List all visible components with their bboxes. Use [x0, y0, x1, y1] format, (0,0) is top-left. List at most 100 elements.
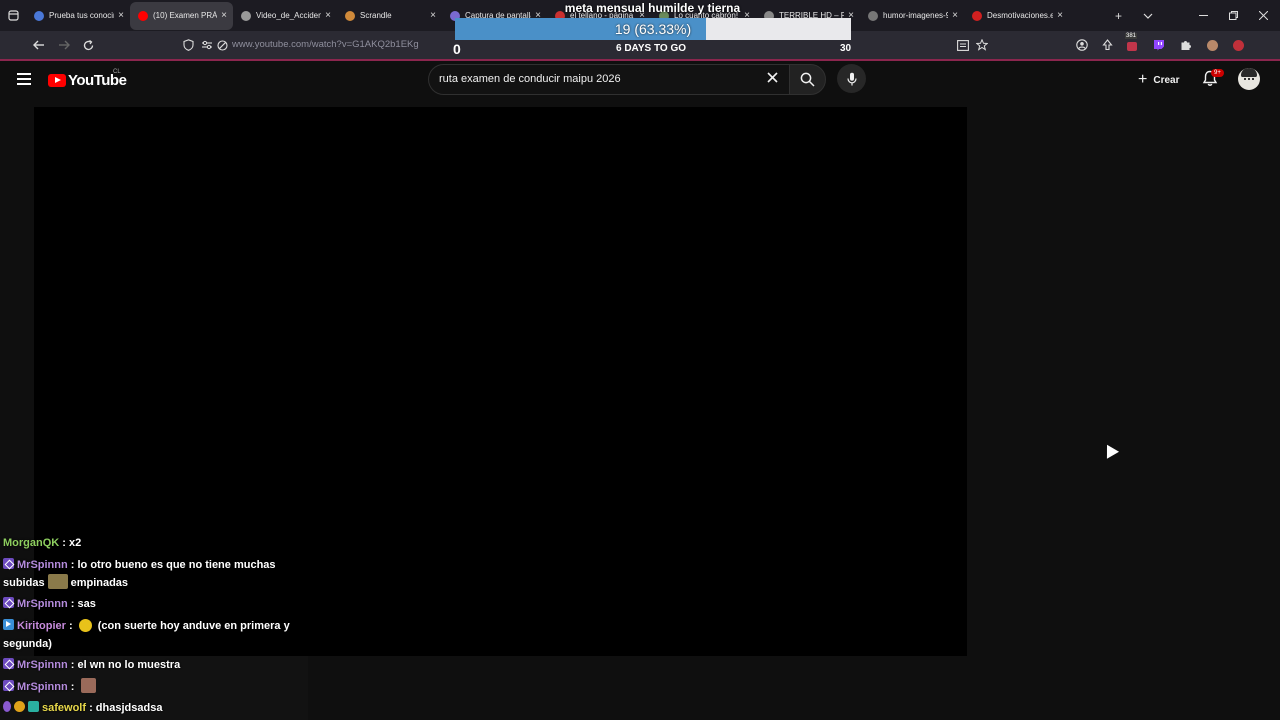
chat-message: safewolf : dhasjdsadsa: [3, 699, 303, 717]
prime-badge-icon: [3, 558, 14, 569]
tab-overview-icon[interactable]: [0, 0, 26, 31]
address-bar[interactable]: www.youtube.com/watch?v=G1AKQ2b1EKg: [232, 39, 419, 50]
chat-username: MrSpinnn: [17, 598, 68, 610]
close-tab-icon[interactable]: ×: [325, 10, 331, 21]
goal-max-label: 30: [840, 43, 852, 54]
browser-tab[interactable]: humor-imagenes-9 ×: [860, 2, 964, 30]
gold-badge-icon: [14, 701, 25, 712]
cookie-extension-icon[interactable]: [1204, 36, 1220, 54]
back-button[interactable]: [30, 36, 48, 54]
tab-favicon-icon: [868, 10, 878, 21]
emote-icon: [78, 619, 92, 632]
search-icon: [800, 72, 815, 87]
browser-tab[interactable]: (10) Examen PRÁCT×: [130, 1, 233, 30]
upload-icon[interactable]: [1099, 36, 1115, 54]
twitch-extension-icon[interactable]: [1151, 36, 1167, 54]
prime-badge-icon: [3, 658, 14, 669]
close-tab-icon[interactable]: ×: [221, 10, 227, 21]
prime-badge-icon: [3, 680, 14, 691]
youtube-play-icon: [48, 74, 66, 87]
goal-title: meta mensual humilde y tierna: [564, 1, 741, 15]
chat-username: Kiritopier: [17, 620, 66, 632]
close-tab-icon[interactable]: ×: [1057, 10, 1063, 21]
chat-text: dhasjdsadsa: [95, 702, 163, 714]
extension-badge: 381: [1125, 33, 1138, 39]
permissions-icon[interactable]: [200, 36, 214, 54]
goal-current-value: 19 (63.33%): [614, 21, 692, 37]
chat-username: MrSpinnn: [17, 559, 68, 571]
screen: Prueba tus conocim×(10) Examen PRÁCT×Vid…: [0, 0, 1280, 720]
chat-text: sas: [77, 598, 96, 610]
tab-list-chevron-icon[interactable]: [1143, 0, 1153, 31]
browser-tab[interactable]: Scrandle ×: [337, 2, 442, 30]
emote-icon: [47, 574, 68, 589]
search-query-text: ruta examen de conducir maipu 2026: [439, 73, 621, 85]
close-tab-icon[interactable]: ×: [430, 10, 436, 21]
clear-search-icon[interactable]: [767, 70, 778, 88]
gem-badge-icon: [3, 701, 11, 712]
mouse-cursor-icon: [1100, 441, 1120, 459]
chat-message: Kiritopier : (con suerte hoy anduve en p…: [3, 619, 290, 650]
youtube-header: YouTube CL ruta examen de conducir maipu…: [0, 61, 1280, 99]
puzzle-icon[interactable]: [1178, 36, 1194, 54]
tab-title: (10) Examen PRÁCT: [153, 11, 218, 20]
microphone-icon: [846, 72, 857, 85]
chat-message: MorganQK : x2: [3, 537, 82, 549]
chat-message: MrSpinnn : sas: [3, 595, 303, 613]
goal-days-left: 6 DAYS TO GO: [615, 43, 687, 54]
chat-username: safewolf: [42, 702, 87, 714]
create-button[interactable]: + Crear: [1138, 71, 1179, 89]
url-text: www.youtube.com/watch?v=G1AKQ2b1EKg: [232, 39, 419, 50]
new-tab-button[interactable]: +: [1115, 0, 1122, 31]
no-tracking-icon[interactable]: [215, 36, 229, 54]
tab-title: Desmotivaciones.es: [987, 11, 1054, 20]
red-extension-icon[interactable]: [1230, 36, 1246, 54]
reload-button[interactable]: [79, 36, 97, 54]
tab-title: humor-imagenes-9: [883, 11, 949, 20]
tab-favicon-icon: [345, 10, 355, 21]
chat-text: empinadas: [70, 577, 129, 589]
chat-text: el wn no lo muestra: [77, 659, 181, 671]
country-code: CL: [113, 69, 121, 75]
tab-title: Prueba tus conocim: [49, 11, 115, 20]
avatar[interactable]: [1238, 68, 1260, 90]
close-window-button[interactable]: [1259, 0, 1268, 31]
chat-username: MrSpinnn: [17, 681, 68, 693]
tab-favicon-icon: [241, 10, 251, 21]
search-button[interactable]: [789, 64, 826, 95]
shield-icon[interactable]: [180, 36, 196, 54]
close-tab-icon[interactable]: ×: [118, 10, 124, 21]
hamburger-menu-icon[interactable]: [17, 73, 31, 85]
forward-button[interactable]: [55, 36, 73, 54]
bookmark-star-icon[interactable]: [974, 36, 990, 54]
emote-icon: [80, 678, 96, 693]
chat-username: MrSpinnn: [17, 659, 68, 671]
account-icon[interactable]: [1074, 36, 1090, 54]
browser-tab[interactable]: Prueba tus conocim ×: [26, 2, 130, 30]
chat-message: MrSpinnn : el wn no lo muestra: [3, 656, 303, 674]
plus-icon: +: [1138, 71, 1148, 88]
tab-title: Video_de_Accidente: [256, 11, 322, 20]
maximize-button[interactable]: [1229, 0, 1238, 31]
minimize-button[interactable]: [1199, 0, 1208, 31]
chat-message: MrSpinnn :: [3, 678, 303, 696]
tab-title: Scrandle: [360, 11, 392, 20]
notification-badge: 9+: [1211, 69, 1224, 77]
chat-text: x2: [69, 537, 82, 549]
subscriber-badge-icon: [3, 619, 14, 630]
browser-tab[interactable]: Video_de_Accidente×: [233, 2, 337, 30]
browser-tab[interactable]: Desmotivaciones.es ×: [964, 2, 1069, 30]
close-tab-icon[interactable]: ×: [952, 10, 958, 21]
voice-search-button[interactable]: [837, 64, 866, 93]
goal-progress-bar: 19 (63.33%): [455, 18, 851, 40]
tab-favicon-icon: [138, 10, 148, 21]
chat-message: MrSpinnn : lo otro bueno es que no tiene…: [3, 558, 276, 589]
extension-counter-icon[interactable]: 381: [1124, 33, 1140, 54]
tab-favicon-icon: [34, 10, 44, 21]
prime-badge-icon: [3, 597, 14, 608]
create-label: Crear: [1153, 74, 1180, 86]
tab-favicon-icon: [972, 10, 982, 21]
reader-view-icon[interactable]: [955, 36, 971, 54]
subscriber-badge-icon: [28, 701, 39, 712]
new-tab-label: +: [1115, 8, 1123, 23]
